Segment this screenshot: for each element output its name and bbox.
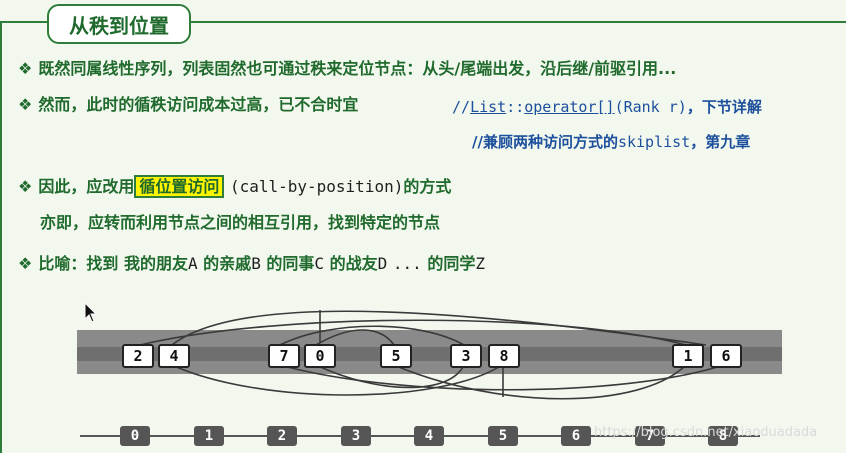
slide: 从秩到位置 ❖ 既然同属线性序列，列表固然也可通过秩来定位节点：从头/尾端出发，沿… bbox=[0, 0, 846, 453]
node-box: 3 bbox=[450, 344, 482, 368]
node-box: 4 bbox=[158, 344, 190, 368]
rank-box: 4 bbox=[414, 426, 444, 446]
rank-box: 3 bbox=[341, 426, 371, 446]
arc bbox=[171, 364, 503, 396]
arc bbox=[315, 329, 395, 346]
rank-box: 1 bbox=[194, 426, 224, 446]
rank-box: 2 bbox=[267, 426, 297, 446]
node-box: 2 bbox=[122, 344, 154, 368]
node-box: 1 bbox=[672, 344, 704, 368]
node-box: 7 bbox=[268, 344, 300, 368]
arc bbox=[279, 325, 465, 346]
rank-box: 5 bbox=[488, 426, 518, 446]
arc bbox=[139, 319, 687, 346]
link-arcs bbox=[139, 310, 725, 400]
node-box: 5 bbox=[380, 344, 412, 368]
node-box: 6 bbox=[710, 344, 742, 368]
watermark: https://blog.csdn.net/xiaoduadada bbox=[594, 425, 818, 440]
node-box: 0 bbox=[304, 344, 336, 368]
rank-box: 0 bbox=[120, 426, 150, 446]
node-box: 8 bbox=[488, 344, 520, 368]
rank-box: 6 bbox=[561, 426, 591, 446]
